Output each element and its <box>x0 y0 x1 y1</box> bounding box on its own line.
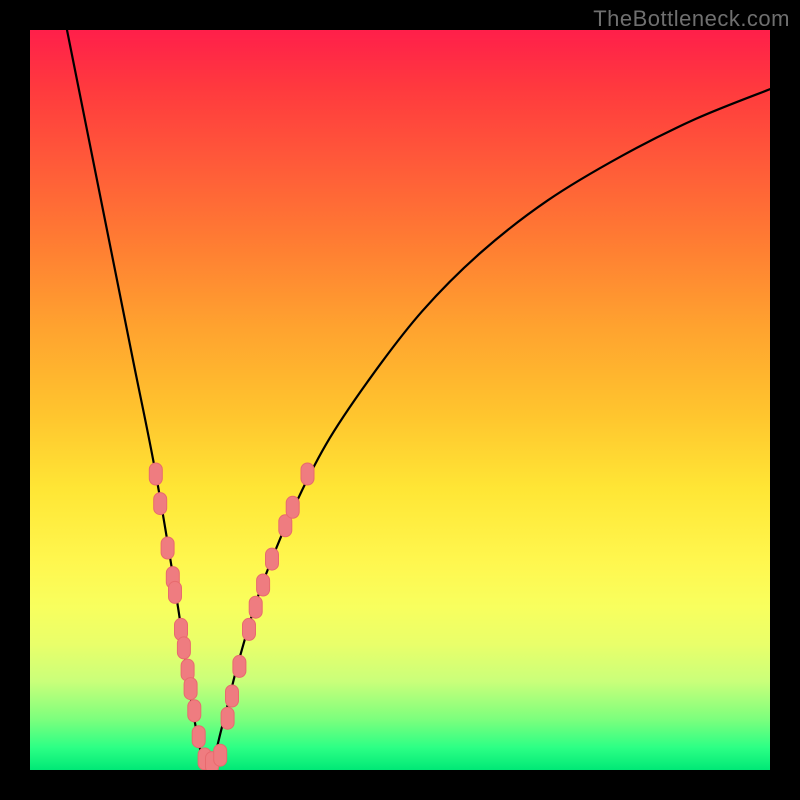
watermark-text: TheBottleneck.com <box>593 6 790 32</box>
plot-area <box>30 30 770 770</box>
data-marker <box>214 744 227 766</box>
data-marker <box>154 493 167 515</box>
data-marker <box>188 700 201 722</box>
curve-layer <box>30 30 770 770</box>
data-marker <box>266 548 279 570</box>
data-marker <box>243 618 256 640</box>
data-marker <box>301 463 314 485</box>
data-marker <box>169 581 182 603</box>
chart-frame: TheBottleneck.com <box>0 0 800 800</box>
data-marker <box>249 596 262 618</box>
data-marker <box>257 574 270 596</box>
data-marker <box>192 726 205 748</box>
data-marker <box>221 707 234 729</box>
data-marker <box>233 655 246 677</box>
data-marker <box>226 685 239 707</box>
marker-group <box>149 463 314 770</box>
bottleneck-curve <box>67 30 770 770</box>
data-marker <box>286 496 299 518</box>
data-marker <box>184 678 197 700</box>
data-marker <box>177 637 190 659</box>
data-marker <box>149 463 162 485</box>
data-marker <box>161 537 174 559</box>
